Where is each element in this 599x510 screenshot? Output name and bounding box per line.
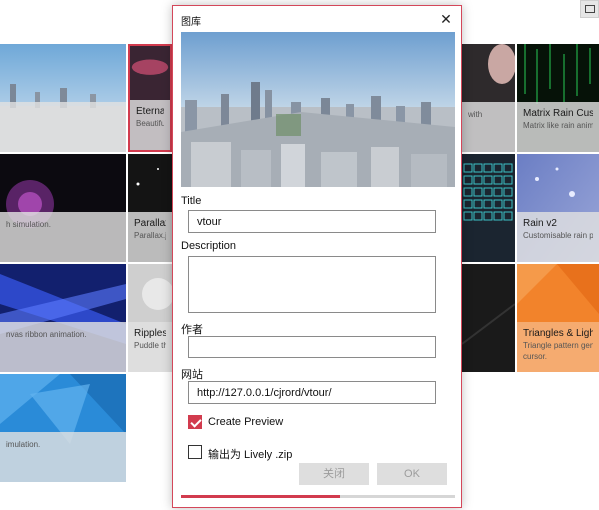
tile-caption: Triangles & Light Triangle pattern gene cu… bbox=[517, 322, 599, 372]
tile-title: Eternal Li bbox=[136, 106, 164, 117]
wallpaper-tile-ribbon[interactable]: nvas ribbon animation. bbox=[0, 264, 126, 372]
wallpaper-preview-image bbox=[181, 32, 455, 187]
tile-desc: h simulation. bbox=[6, 220, 51, 229]
website-field[interactable] bbox=[188, 381, 436, 404]
wallpaper-tile-top-right[interactable]: with bbox=[462, 44, 515, 152]
create-preview-label: Create Preview bbox=[208, 416, 284, 428]
tile-desc: imulation. bbox=[6, 440, 41, 449]
progress-bar bbox=[181, 495, 455, 498]
tile-desc: Customisable rain pa bbox=[523, 231, 593, 240]
tile-caption: h simulation. bbox=[0, 212, 126, 262]
close-button[interactable]: ✕ bbox=[437, 10, 455, 28]
tile-caption: Rain v2 Customisable rain pa bbox=[517, 212, 599, 262]
dialog-title: 图库 bbox=[181, 17, 201, 28]
tile-desc: Parallax.js e bbox=[134, 231, 166, 240]
tile-desc: Triangle pattern gene bbox=[523, 341, 593, 350]
gallery-dialog: 图库 ✕ Title Description 作者 网站 Create Prev… bbox=[172, 5, 462, 508]
tile-caption: nvas ribbon animation. bbox=[0, 322, 126, 372]
author-field[interactable] bbox=[188, 336, 436, 358]
tile-desc-line2: cursor. bbox=[523, 352, 548, 361]
author-label: 作者 bbox=[181, 324, 203, 336]
tile-title: Rain v2 bbox=[523, 218, 557, 229]
export-zip-checkbox[interactable] bbox=[188, 445, 202, 459]
wallpaper-tile-dark[interactable] bbox=[462, 264, 515, 372]
tile-caption: Eternal Li Beautiful s bbox=[130, 100, 170, 150]
wallpaper-tile-city[interactable] bbox=[0, 44, 126, 152]
description-field[interactable] bbox=[188, 256, 436, 313]
tile-caption: Parallax.js Parallax.js e bbox=[128, 212, 172, 262]
wallpaper-tile-ripples[interactable]: Ripples Puddle tha bbox=[128, 264, 172, 372]
tile-desc: Matrix like rain anima bbox=[523, 121, 593, 130]
title-field[interactable] bbox=[188, 210, 436, 233]
wallpaper-tile-parallax[interactable]: Parallax.js Parallax.js e bbox=[128, 154, 172, 262]
tile-title: Ripples bbox=[134, 328, 166, 339]
wallpaper-tile-blue[interactable]: imulation. bbox=[0, 374, 126, 482]
title-label: Title bbox=[181, 195, 202, 207]
restore-icon bbox=[584, 5, 595, 13]
export-zip-label: 输出为 Lively .zip bbox=[208, 449, 293, 461]
ok-button[interactable]: OK bbox=[377, 463, 447, 485]
wallpaper-tile-matrix-rain[interactable]: Matrix Rain Custo Matrix like rain anima bbox=[517, 44, 599, 152]
close-dialog-button[interactable]: 关闭 bbox=[299, 463, 369, 485]
dark-thumbnail bbox=[462, 264, 515, 372]
tile-title: Triangles & Light bbox=[523, 328, 593, 339]
tile-desc: nvas ribbon animation. bbox=[6, 330, 87, 339]
wallpaper-tile-eternal-light[interactable]: Eternal Li Beautiful s bbox=[128, 44, 172, 152]
tile-desc: Puddle tha bbox=[134, 341, 166, 350]
wallpaper-tile-rain[interactable]: Rain v2 Customisable rain pa bbox=[517, 154, 599, 262]
tile-desc: with bbox=[468, 110, 483, 119]
tile-title: Matrix Rain Custo bbox=[523, 108, 593, 119]
grid-thumbnail bbox=[462, 154, 515, 262]
restore-button[interactable] bbox=[580, 0, 599, 18]
website-label: 网站 bbox=[181, 369, 203, 381]
tile-caption: Matrix Rain Custo Matrix like rain anima bbox=[517, 102, 599, 152]
wallpaper-tile-grid[interactable] bbox=[462, 154, 515, 262]
tile-caption: with bbox=[462, 102, 515, 152]
tile-title: Parallax.js bbox=[134, 218, 166, 229]
wallpaper-tile-triangles[interactable]: Triangles & Light Triangle pattern gene cu… bbox=[517, 264, 599, 372]
tile-caption: imulation. bbox=[0, 432, 126, 482]
tile-desc: Beautiful s bbox=[136, 119, 164, 128]
progress-fill bbox=[181, 495, 340, 498]
description-label: Description bbox=[181, 240, 237, 252]
tile-caption bbox=[0, 102, 126, 152]
wallpaper-tile-fluid[interactable]: h simulation. bbox=[0, 154, 126, 262]
close-icon: ✕ bbox=[440, 11, 452, 27]
tile-caption: Ripples Puddle tha bbox=[128, 322, 172, 372]
create-preview-checkbox[interactable] bbox=[188, 415, 202, 429]
